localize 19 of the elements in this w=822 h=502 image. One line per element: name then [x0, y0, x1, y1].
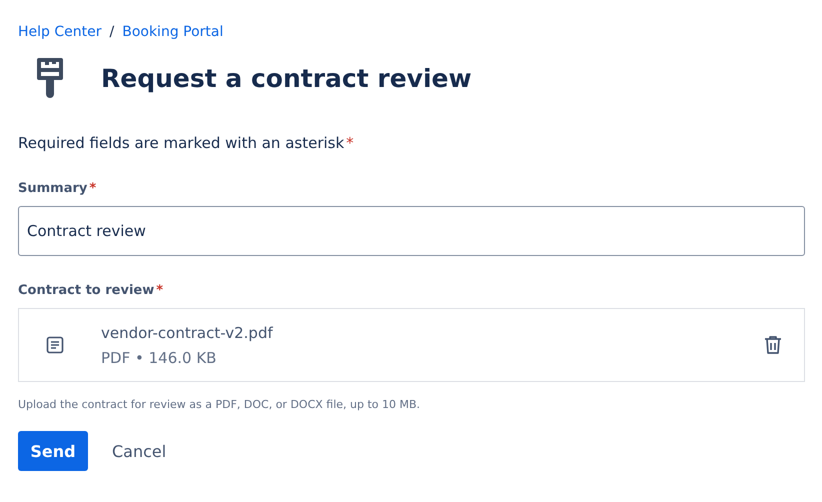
summary-field[interactable]: Contract review: [18, 206, 805, 256]
page-title: Request a contract review: [101, 64, 472, 92]
breadcrumb-link[interactable]: Booking Portal: [122, 24, 224, 40]
file-details: PDF • 146.0 KB: [101, 348, 218, 366]
required-asterisk: *: [156, 283, 164, 298]
document-icon: [46, 336, 64, 354]
send-button[interactable]: Send: [18, 431, 88, 471]
breadcrumb-link[interactable]: Help Center: [18, 24, 102, 40]
delete-icon[interactable]: [764, 335, 782, 355]
file-name: vendor-contract-v2.pdf: [101, 324, 274, 342]
required-asterisk: *: [346, 134, 354, 152]
cancel-button[interactable]: Cancel: [96, 431, 182, 471]
required-asterisk: *: [89, 181, 96, 196]
field-label: Summary: [18, 181, 88, 196]
help-text: Upload the contract for review as a PDF, DOC, or DOCX file, up to 10 MB.: [18, 398, 422, 411]
paintbrush-icon: [35, 57, 65, 99]
field-label: Contract to review: [18, 283, 154, 298]
required-note: Required fields are marked with an asterisk: [18, 134, 344, 152]
breadcrumb-separator: /: [110, 24, 114, 40]
